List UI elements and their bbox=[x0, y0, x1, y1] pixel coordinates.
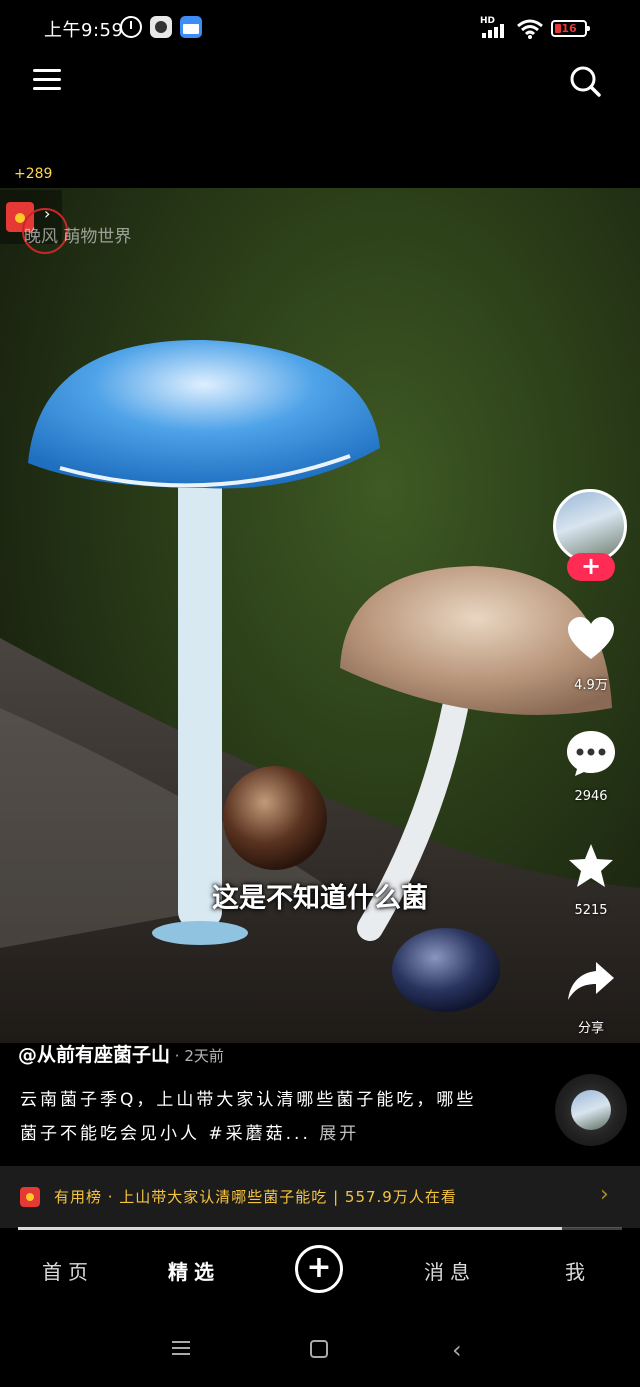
banner-text: 有用榜 · 上山带大家认清哪些菌子能吃 | 557.9万人在看 bbox=[54, 1188, 457, 1206]
video-progress[interactable] bbox=[18, 1227, 622, 1230]
video-watermark: 晚风 萌物世界 bbox=[24, 227, 132, 247]
video-subtitle: 这是不知道什么菌 bbox=[212, 883, 428, 914]
post-time: · 2天前 bbox=[170, 1047, 224, 1065]
live-banner[interactable]: 有用榜 · 上山带大家认清哪些菌子能吃 | 557.9万人在看 › bbox=[0, 1166, 640, 1228]
chevron-right-icon: › bbox=[600, 1182, 609, 1207]
search-icon[interactable] bbox=[568, 64, 602, 98]
like-count: 4.9万 bbox=[574, 678, 608, 693]
heart-icon[interactable] bbox=[566, 615, 616, 663]
author-line[interactable]: @从前有座菌子山 · 2天前 bbox=[18, 1040, 224, 1067]
coin-reward-counter: +289 bbox=[14, 166, 53, 182]
battery-icon: 16 bbox=[551, 20, 590, 37]
battery-level: 16 bbox=[561, 22, 577, 35]
tab-featured[interactable]: 精选 bbox=[168, 1256, 220, 1285]
menu-icon[interactable] bbox=[33, 66, 61, 94]
favorite-count: 5215 bbox=[574, 903, 608, 918]
recent-apps-icon[interactable] bbox=[172, 1340, 190, 1356]
alarm-icon bbox=[120, 16, 142, 38]
share-icon[interactable] bbox=[566, 958, 616, 1006]
tab-me[interactable]: 我 bbox=[565, 1256, 591, 1285]
calendar-icon bbox=[180, 16, 202, 38]
music-disc[interactable] bbox=[555, 1074, 627, 1146]
comment-count: 2946 bbox=[574, 789, 608, 804]
star-icon[interactable] bbox=[566, 842, 616, 890]
home-icon[interactable] bbox=[310, 1340, 328, 1358]
post-description[interactable]: 云南菌子季Q，上山带大家认清哪些菌子能吃，哪些菌子不能吃会见小人 #采蘑菇...… bbox=[20, 1083, 480, 1151]
signal-icon bbox=[482, 22, 510, 38]
status-bar: 上午9:59 HD 16 bbox=[0, 0, 640, 56]
video-progress-fill bbox=[18, 1227, 562, 1230]
tab-messages[interactable]: 消息 bbox=[424, 1256, 476, 1285]
bottom-tab-bar: 首页 精选 + 消息 我 bbox=[0, 1232, 640, 1310]
author-name[interactable]: @从前有座菌子山 bbox=[18, 1044, 170, 1066]
app-notification-icon bbox=[150, 16, 172, 38]
music-cover bbox=[571, 1090, 611, 1130]
tab-home[interactable]: 首页 bbox=[42, 1256, 94, 1285]
follow-button[interactable]: + bbox=[567, 553, 615, 581]
status-time: 上午9:59 bbox=[44, 20, 124, 41]
add-button[interactable]: + bbox=[295, 1245, 343, 1293]
share-label: 分享 bbox=[577, 1021, 604, 1036]
hot-list-icon bbox=[20, 1187, 40, 1207]
back-icon[interactable]: ‹ bbox=[452, 1336, 462, 1364]
system-nav-bar: ‹ bbox=[0, 1310, 640, 1387]
wifi-icon bbox=[517, 19, 543, 39]
description-text: 云南菌子季Q，上山带大家认清哪些菌子能吃，哪些菌子不能吃会见小人 #采蘑菇... bbox=[20, 1090, 477, 1144]
expand-link[interactable]: 展开 bbox=[319, 1124, 359, 1144]
comment-icon[interactable] bbox=[566, 729, 616, 777]
